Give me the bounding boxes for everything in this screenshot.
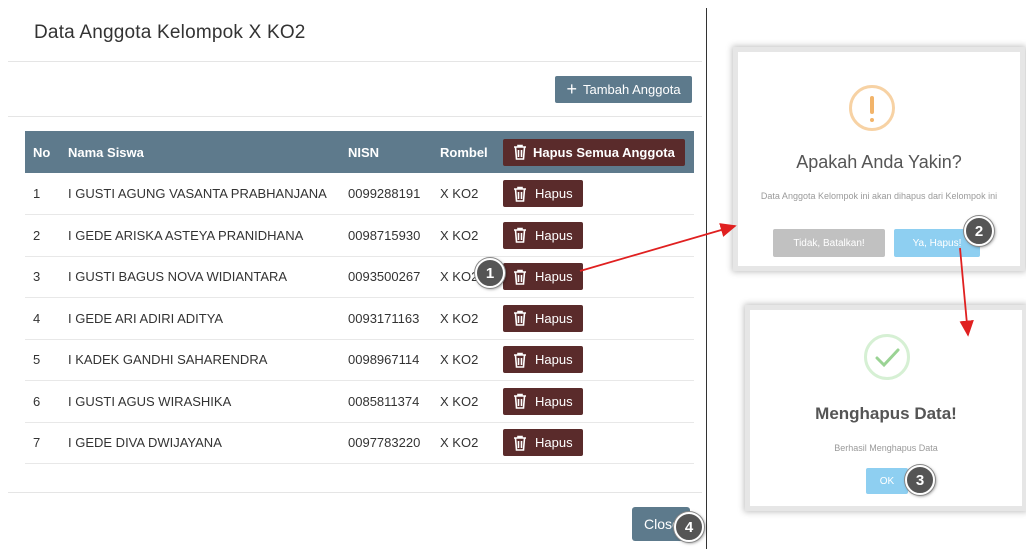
annotation-arrows bbox=[579, 223, 974, 337]
arrow-to-success bbox=[959, 247, 974, 337]
step-badge-4: 4 bbox=[674, 512, 704, 542]
arrow-to-confirm bbox=[579, 223, 737, 272]
step-badge-3: 3 bbox=[905, 465, 935, 495]
step-badge-2: 2 bbox=[964, 216, 994, 246]
step-badge-1: 1 bbox=[475, 258, 505, 288]
